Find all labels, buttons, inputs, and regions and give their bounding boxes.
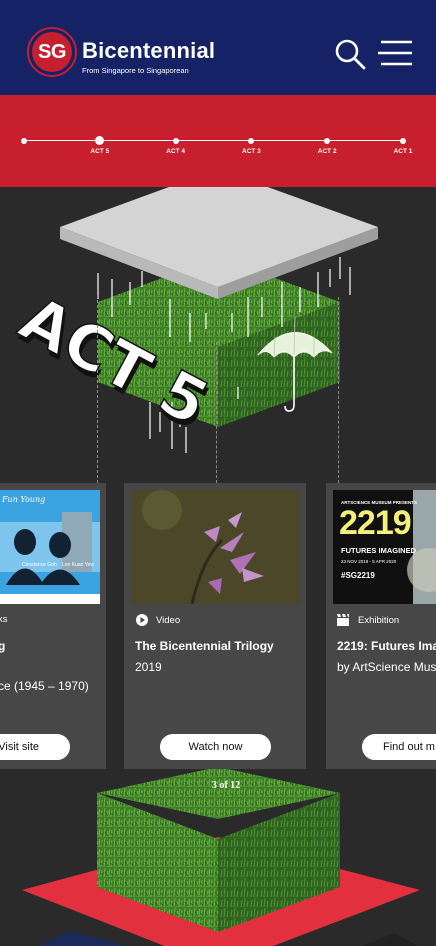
play-icon <box>136 614 148 626</box>
timeline-dot[interactable] <box>248 138 255 144</box>
guide-line <box>216 342 217 483</box>
timeline-dot[interactable] <box>95 136 105 145</box>
thumb-hashtag: #SG2219 <box>341 571 375 580</box>
thumb-name-2: Lee Kuan Yew <box>62 562 94 568</box>
timeline-act-label[interactable]: ACT 4 <box>166 148 185 155</box>
find-out-more-button[interactable]: Find out m <box>362 734 436 760</box>
timeline-dot[interactable] <box>324 138 331 144</box>
site-header: SG Bicentennial From Singapore to Singap… <box>0 0 436 95</box>
search-button[interactable] <box>334 38 366 70</box>
card-title: g <box>0 639 6 653</box>
search-icon <box>335 39 366 70</box>
clapperboard-icon <box>337 614 349 626</box>
card-title: The Bicentennial Trilogy <box>135 639 274 653</box>
timeline-track <box>24 140 404 141</box>
carousel-pager: 3 of 12 <box>211 780 241 791</box>
card-subtitle-2: ce (1945 – 1970) <box>0 679 89 693</box>
watch-now-button[interactable]: Watch now <box>160 734 271 760</box>
hamburger-menu-icon <box>378 40 412 66</box>
page: SG Bicentennial From Singapore to Singap… <box>0 0 436 946</box>
card-title: 2219: Futures Ima <box>337 639 436 653</box>
card-thumbnail: ARTSCIENCE MUSEUM PRESENTS 2219 FUTURES … <box>333 490 436 604</box>
timeline-act-label[interactable]: ACT 3 <box>242 148 261 155</box>
card-type: ks <box>0 614 8 625</box>
timeline-act-label[interactable]: ACT 2 <box>318 148 337 155</box>
logo-subtitle: From Singapore to Singaporean <box>82 66 189 75</box>
thumb-name-1: Constance Goh <box>22 562 57 568</box>
content-card[interactable]: Fun Young Constance Goh Lee Kuan Yew ks … <box>0 483 106 769</box>
card-type-label: Video <box>156 614 181 626</box>
thumb-year: 2219 <box>339 504 412 542</box>
act-timeline: ACT 5 ACT 4 ACT 3 ACT 2 ACT 1 <box>0 95 436 187</box>
timeline-act-label[interactable]: ACT 5 <box>90 148 109 155</box>
card-type-label: ks <box>0 614 8 625</box>
card-subtitle: by ArtScience Mus <box>337 660 436 674</box>
card-type: Video <box>136 614 180 626</box>
timeline-dot[interactable] <box>400 138 406 144</box>
logo-badge-text: SG <box>38 41 66 63</box>
visit-site-button[interactable]: Visit site <box>0 734 70 760</box>
guide-line <box>97 295 98 483</box>
card-thumbnail: Fun Young Constance Goh Lee Kuan Yew <box>0 490 100 604</box>
guide-line <box>338 297 339 483</box>
thumb-headline: FUTURES IMAGINED <box>341 546 416 555</box>
timeline-dot[interactable] <box>21 138 27 144</box>
logo-title[interactable]: Bicentennial <box>82 38 215 64</box>
timeline-act-label[interactable]: ACT 1 <box>394 148 413 155</box>
timeline-dot[interactable] <box>172 138 179 144</box>
thumb-dates: 23 NOV 2019 - 5 APR 2020 <box>341 559 397 564</box>
logo-badge[interactable]: SG <box>27 27 77 77</box>
card-thumbnail <box>132 490 300 604</box>
card-subtitle: 2019 <box>135 660 162 674</box>
content-card[interactable]: ARTSCIENCE MUSEUM PRESENTS 2219 FUTURES … <box>326 483 436 769</box>
menu-button[interactable] <box>377 40 413 68</box>
card-type-label: Exhibition <box>358 614 400 626</box>
card-type: Exhibition <box>337 614 399 626</box>
content-card[interactable]: Video The Bicentennial Trilogy 2019 Watc… <box>124 483 306 769</box>
svg-text:Fun Young: Fun Young <box>1 495 45 504</box>
